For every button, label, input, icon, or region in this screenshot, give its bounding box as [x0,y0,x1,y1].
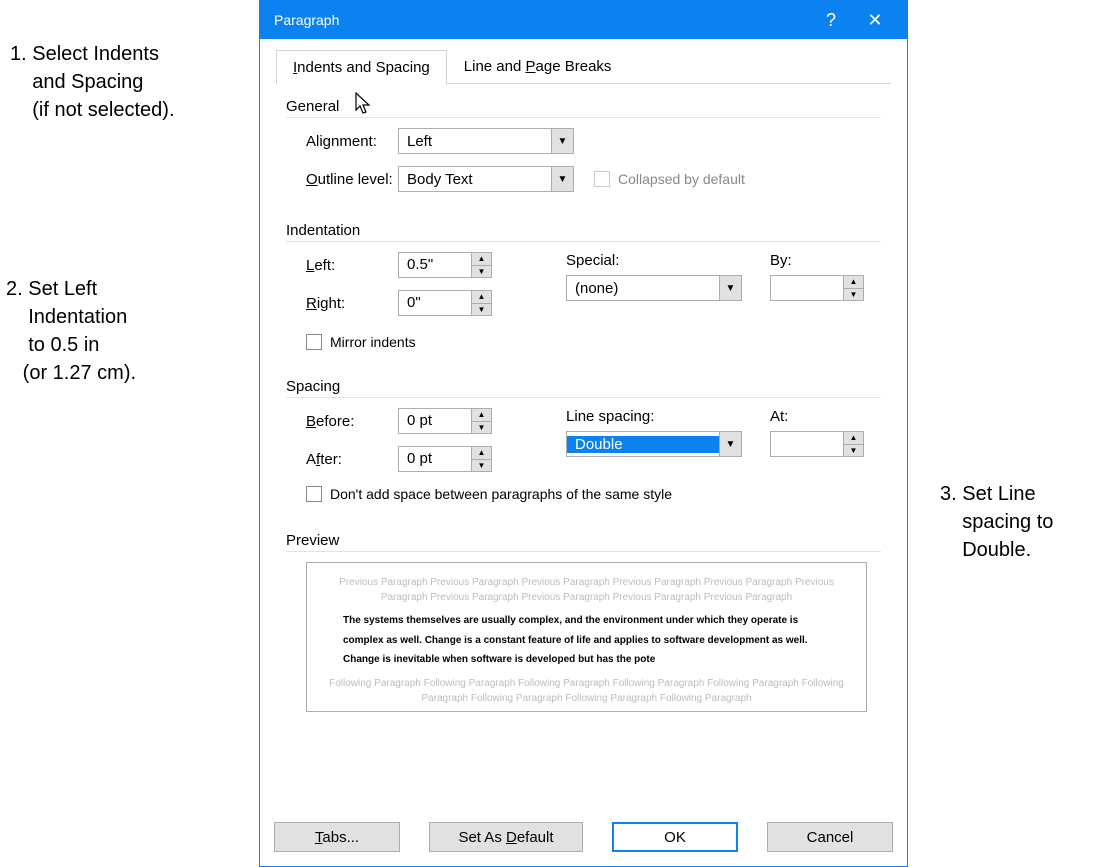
label-after: After: [286,451,398,468]
mirror-indents-checkbox[interactable] [306,334,322,350]
label-outline-level: Outline level: [286,171,398,188]
set-as-default-button[interactable]: Set As Default [429,822,583,852]
chevron-down-icon[interactable]: ▼ [719,276,741,300]
help-button[interactable]: ? [809,1,853,39]
preview-box: Previous Paragraph Previous Paragraph Pr… [306,562,867,712]
preview-prev-para: Previous Paragraph Previous Paragraph Pr… [325,575,848,605]
spin-down-icon[interactable]: ▼ [472,265,491,278]
spin-down-icon[interactable]: ▼ [844,288,863,301]
label-alignment: Alignment: [286,133,398,150]
alignment-value: Left [399,133,551,150]
titlebar: Paragraph ? ✕ [260,1,907,39]
paragraph-dialog: Paragraph ? ✕ Indents and Spacing Line a… [259,0,908,867]
tabs-button[interactable]: Tabs... [274,822,400,852]
preview-foll-para: Following Paragraph Following Paragraph … [325,676,848,706]
label-indent-right: Right: [286,295,398,312]
line-spacing-select[interactable]: Double ▼ [566,431,742,457]
spin-up-icon[interactable]: ▲ [472,409,491,421]
spin-up-icon[interactable]: ▲ [472,447,491,459]
mirror-indents-label: Mirror indents [330,334,416,350]
spin-down-icon[interactable]: ▼ [472,421,491,434]
chevron-down-icon[interactable]: ▼ [551,129,573,153]
line-spacing-value: Double [567,436,719,453]
spin-up-icon[interactable]: ▲ [844,276,863,288]
annotation-3: 3. Set Line spacing to Double. [940,480,1053,564]
dont-add-space-checkbox[interactable] [306,486,322,502]
dont-add-space-label: Don't add space between paragraphs of th… [330,486,672,502]
indent-right-value: 0" [399,291,471,315]
spin-down-icon[interactable]: ▼ [844,444,863,457]
label-special: Special: [566,252,746,269]
annotation-1: 1. Select Indents and Spacing (if not se… [10,40,175,124]
special-select[interactable]: (none) ▼ [566,275,742,301]
alignment-select[interactable]: Left ▼ [398,128,574,154]
spacing-after-input[interactable]: 0 pt ▲▼ [398,446,492,472]
spacing-before-value: 0 pt [399,409,471,433]
dialog-footer: Tabs... Set As Default OK Cancel [260,808,907,866]
tab-content: General Alignment: Left ▼ Outline level:… [276,84,891,712]
at-value [771,432,843,456]
preview-body-text: The systems themselves are usually compl… [343,611,830,670]
by-input[interactable]: ▲▼ [770,275,864,301]
outline-level-select[interactable]: Body Text ▼ [398,166,574,192]
spin-up-icon[interactable]: ▲ [472,291,491,303]
label-by: By: [770,252,870,269]
section-preview: Preview [286,532,881,552]
at-input[interactable]: ▲▼ [770,431,864,457]
spin-up-icon[interactable]: ▲ [844,432,863,444]
section-indentation: Indentation [286,222,881,242]
spin-down-icon[interactable]: ▼ [472,303,491,316]
spacing-after-value: 0 pt [399,447,471,471]
indent-right-input[interactable]: 0" ▲▼ [398,290,492,316]
label-indent-left: Left: [286,257,398,274]
chevron-down-icon[interactable]: ▼ [551,167,573,191]
annotation-2: 2. Set Left Indentation to 0.5 in (or 1.… [6,275,136,387]
spacing-before-input[interactable]: 0 pt ▲▼ [398,408,492,434]
chevron-down-icon[interactable]: ▼ [719,432,741,456]
section-spacing: Spacing [286,378,881,398]
tab-indents-spacing[interactable]: Indents and Spacing [276,50,447,84]
dialog-title: Paragraph [270,12,809,28]
collapsed-label: Collapsed by default [618,171,745,187]
special-value: (none) [567,280,719,297]
label-line-spacing: Line spacing: [566,408,746,425]
outline-level-value: Body Text [399,171,551,188]
spin-down-icon[interactable]: ▼ [472,459,491,472]
collapsed-checkbox: Collapsed by default [594,171,745,187]
indent-left-input[interactable]: 0.5" ▲▼ [398,252,492,278]
ok-button[interactable]: OK [612,822,738,852]
indent-left-value: 0.5" [399,253,471,277]
label-before: Before: [286,413,398,430]
checkbox-box [594,171,610,187]
tabs: Indents and Spacing Line and Page Breaks [276,49,891,84]
label-at: At: [770,408,870,425]
by-value [771,276,843,300]
section-general: General [286,98,881,118]
tab-line-page-breaks[interactable]: Line and Page Breaks [447,49,629,83]
spin-up-icon[interactable]: ▲ [472,253,491,265]
cancel-button[interactable]: Cancel [767,822,893,852]
dialog-body: Indents and Spacing Line and Page Breaks… [260,39,907,808]
close-button[interactable]: ✕ [853,1,897,39]
